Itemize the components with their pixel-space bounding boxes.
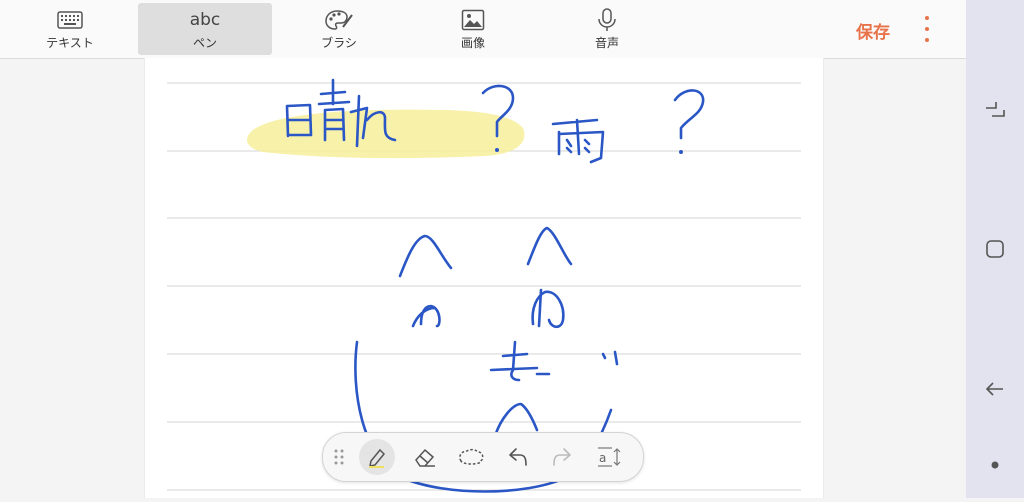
- home-icon[interactable]: [982, 236, 1008, 262]
- tab-text[interactable]: テキスト: [3, 3, 137, 55]
- drag-handle-icon[interactable]: [327, 439, 351, 475]
- tab-audio-label: 音声: [594, 35, 619, 50]
- microphone-icon: [597, 7, 617, 32]
- back-icon[interactable]: [982, 376, 1008, 402]
- image-icon: [461, 8, 485, 32]
- recent-apps-icon[interactable]: [982, 96, 1008, 122]
- text-convert-icon[interactable]: a: [591, 439, 627, 475]
- undo-icon[interactable]: [499, 439, 535, 475]
- lasso-icon[interactable]: [453, 439, 489, 475]
- tab-brush-label: ブラシ: [321, 35, 357, 50]
- abc-icon: abc: [190, 8, 221, 32]
- eraser-icon[interactable]: [407, 439, 443, 475]
- dot-indicator-icon: [982, 452, 1008, 478]
- tab-pen-label: ペン: [192, 35, 217, 50]
- tab-pen-icon-text: abc: [189, 9, 221, 30]
- tab-brush[interactable]: ブラシ: [272, 3, 406, 55]
- palette-icon: [325, 8, 353, 32]
- svg-text:a: a: [599, 451, 606, 465]
- navigation-bar: [966, 0, 1024, 498]
- pen-toolbar: a: [322, 432, 644, 482]
- top-toolbar: テキスト abc ペン ブラシ 画像 音声 保存: [0, 0, 966, 59]
- tab-image-label: 画像: [460, 35, 485, 50]
- keyboard-icon: [57, 8, 83, 32]
- save-button[interactable]: 保存: [856, 18, 890, 43]
- tab-text-label: テキスト: [46, 35, 94, 50]
- redo-icon[interactable]: [545, 439, 581, 475]
- tab-image[interactable]: 画像: [406, 3, 540, 55]
- pen-icon[interactable]: [359, 439, 395, 475]
- more-vert-icon[interactable]: [918, 16, 936, 42]
- tab-pen[interactable]: abc ペン: [138, 3, 272, 55]
- tab-audio[interactable]: 音声: [540, 3, 674, 55]
